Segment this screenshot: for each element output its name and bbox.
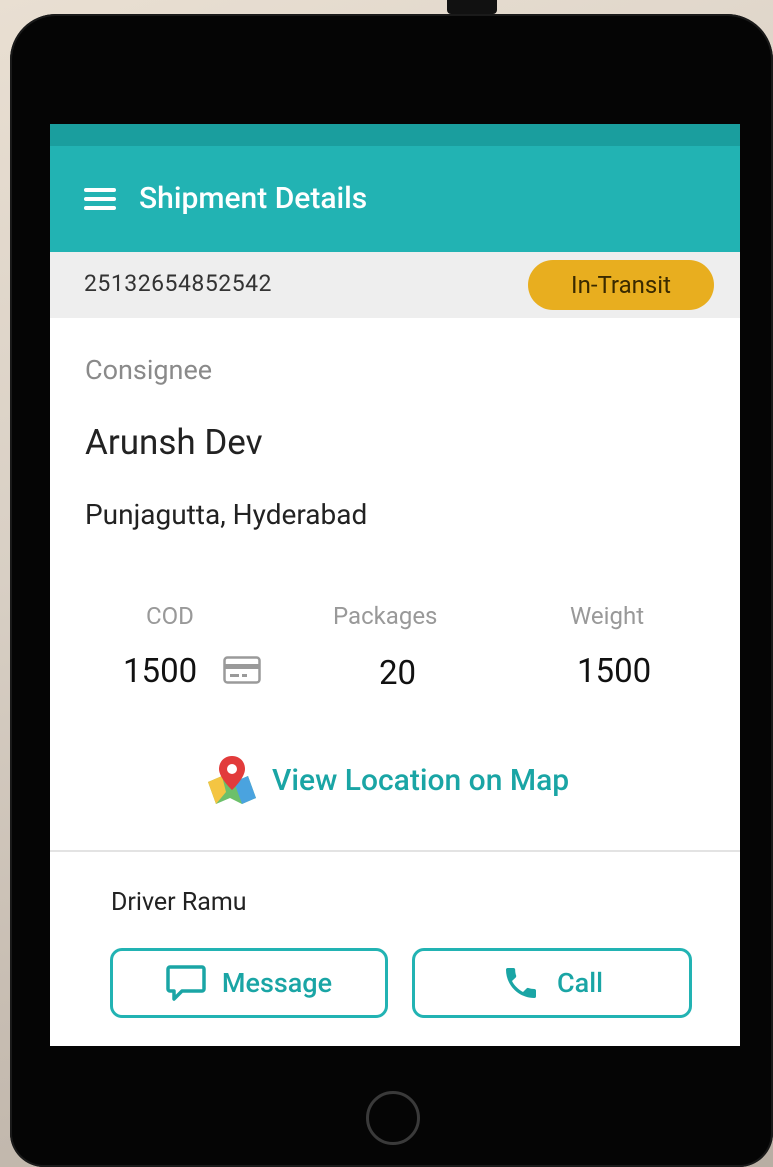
home-button[interactable] bbox=[366, 1091, 420, 1145]
packages-label: Packages bbox=[333, 602, 438, 630]
weight-label: Weight bbox=[570, 602, 645, 630]
weight-value: 1500 bbox=[577, 652, 652, 691]
message-icon bbox=[166, 965, 206, 1001]
app-bar: Shipment Details bbox=[50, 146, 740, 252]
cod-label: COD bbox=[146, 602, 194, 630]
tablet-device: Shipment Details 25132654852542 In-Trans… bbox=[10, 14, 773, 1167]
consignee-address: Punjagutta, Hyderabad bbox=[85, 498, 368, 531]
packages-value: 20 bbox=[379, 654, 417, 693]
message-button-label: Message bbox=[221, 967, 333, 999]
section-divider bbox=[50, 850, 740, 852]
message-button[interactable]: Message bbox=[110, 948, 388, 1018]
view-location-label: View Location on Map bbox=[272, 762, 570, 798]
page-title: Shipment Details bbox=[139, 181, 368, 216]
status-bar bbox=[50, 124, 740, 146]
card-icon bbox=[223, 656, 261, 684]
call-button[interactable]: Call bbox=[412, 948, 692, 1018]
status-badge: In-Transit bbox=[528, 260, 714, 310]
phone-icon bbox=[506, 968, 537, 998]
app-screen: Shipment Details 25132654852542 In-Trans… bbox=[50, 124, 740, 1046]
call-button-label: Call bbox=[557, 967, 603, 999]
consignee-name: Arunsh Dev bbox=[85, 422, 263, 463]
driver-label: Driver Ramu bbox=[111, 888, 247, 917]
consignee-label: Consignee bbox=[85, 354, 213, 386]
shipment-id-row: 25132654852542 In-Transit bbox=[50, 252, 740, 318]
shipment-id: 25132654852542 bbox=[84, 270, 272, 297]
device-top-bump bbox=[447, 0, 497, 14]
hamburger-menu-icon[interactable] bbox=[84, 188, 116, 210]
map-pin-icon bbox=[208, 756, 256, 804]
cod-value: 1500 bbox=[123, 652, 198, 691]
view-location-link[interactable]: View Location on Map bbox=[204, 750, 569, 810]
